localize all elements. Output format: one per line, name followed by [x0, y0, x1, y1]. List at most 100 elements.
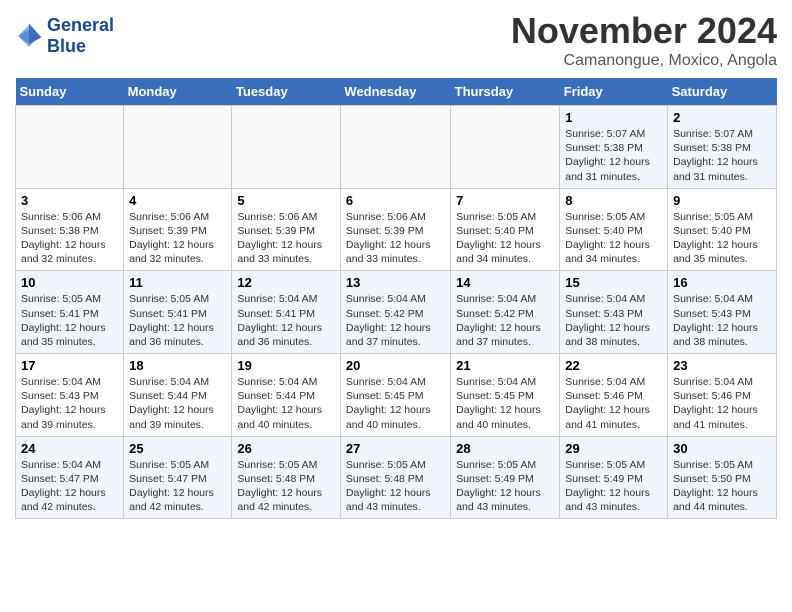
day-number: 23 — [673, 358, 771, 373]
day-info: Sunrise: 5:04 AM Sunset: 5:45 PM Dayligh… — [346, 375, 445, 432]
day-number: 19 — [237, 358, 335, 373]
day-number: 2 — [673, 110, 771, 125]
logo-icon — [15, 22, 43, 50]
day-number: 26 — [237, 441, 335, 456]
calendar-day-cell: 27 Sunrise: 5:05 AM Sunset: 5:48 PM Dayli… — [340, 436, 450, 519]
day-number: 21 — [456, 358, 554, 373]
calendar-day-cell: 17 Sunrise: 5:04 AM Sunset: 5:43 PM Dayli… — [16, 354, 124, 437]
day-number: 4 — [129, 193, 226, 208]
calendar-day-cell — [16, 106, 124, 189]
calendar-day-cell: 28 Sunrise: 5:05 AM Sunset: 5:49 PM Dayli… — [451, 436, 560, 519]
day-number: 16 — [673, 275, 771, 290]
day-info: Sunrise: 5:04 AM Sunset: 5:43 PM Dayligh… — [673, 292, 771, 349]
calendar-day-cell: 15 Sunrise: 5:04 AM Sunset: 5:43 PM Dayli… — [560, 271, 668, 354]
day-number: 13 — [346, 275, 445, 290]
calendar-day-cell: 20 Sunrise: 5:04 AM Sunset: 5:45 PM Dayli… — [340, 354, 450, 437]
weekday-header-cell: Tuesday — [232, 78, 341, 106]
calendar-week-row: 24 Sunrise: 5:04 AM Sunset: 5:47 PM Dayli… — [16, 436, 777, 519]
day-info: Sunrise: 5:04 AM Sunset: 5:45 PM Dayligh… — [456, 375, 554, 432]
calendar-day-cell: 5 Sunrise: 5:06 AM Sunset: 5:39 PM Daylig… — [232, 188, 341, 271]
day-number: 29 — [565, 441, 662, 456]
calendar-day-cell: 11 Sunrise: 5:05 AM Sunset: 5:41 PM Dayli… — [124, 271, 232, 354]
calendar-day-cell: 7 Sunrise: 5:05 AM Sunset: 5:40 PM Daylig… — [451, 188, 560, 271]
calendar-week-row: 1 Sunrise: 5:07 AM Sunset: 5:38 PM Daylig… — [16, 106, 777, 189]
calendar-day-cell: 3 Sunrise: 5:06 AM Sunset: 5:38 PM Daylig… — [16, 188, 124, 271]
day-number: 30 — [673, 441, 771, 456]
day-number: 15 — [565, 275, 662, 290]
day-number: 20 — [346, 358, 445, 373]
weekday-header-cell: Saturday — [668, 78, 777, 106]
day-info: Sunrise: 5:04 AM Sunset: 5:43 PM Dayligh… — [565, 292, 662, 349]
day-info: Sunrise: 5:06 AM Sunset: 5:39 PM Dayligh… — [346, 210, 445, 267]
day-info: Sunrise: 5:04 AM Sunset: 5:47 PM Dayligh… — [21, 458, 118, 515]
header-row: General Blue November 2024 Camanongue, M… — [15, 10, 777, 70]
day-info: Sunrise: 5:05 AM Sunset: 5:41 PM Dayligh… — [129, 292, 226, 349]
weekday-header-cell: Monday — [124, 78, 232, 106]
weekday-header-row: SundayMondayTuesdayWednesdayThursdayFrid… — [16, 78, 777, 106]
day-info: Sunrise: 5:07 AM Sunset: 5:38 PM Dayligh… — [673, 127, 771, 184]
calendar-week-row: 3 Sunrise: 5:06 AM Sunset: 5:38 PM Daylig… — [16, 188, 777, 271]
calendar-day-cell: 8 Sunrise: 5:05 AM Sunset: 5:40 PM Daylig… — [560, 188, 668, 271]
logo: General Blue — [15, 15, 114, 56]
day-number: 27 — [346, 441, 445, 456]
calendar-body: 1 Sunrise: 5:07 AM Sunset: 5:38 PM Daylig… — [16, 106, 777, 519]
day-info: Sunrise: 5:05 AM Sunset: 5:40 PM Dayligh… — [673, 210, 771, 267]
calendar-day-cell: 2 Sunrise: 5:07 AM Sunset: 5:38 PM Daylig… — [668, 106, 777, 189]
day-info: Sunrise: 5:05 AM Sunset: 5:48 PM Dayligh… — [346, 458, 445, 515]
day-info: Sunrise: 5:05 AM Sunset: 5:48 PM Dayligh… — [237, 458, 335, 515]
calendar-day-cell: 6 Sunrise: 5:06 AM Sunset: 5:39 PM Daylig… — [340, 188, 450, 271]
day-info: Sunrise: 5:05 AM Sunset: 5:40 PM Dayligh… — [565, 210, 662, 267]
calendar-day-cell: 1 Sunrise: 5:07 AM Sunset: 5:38 PM Daylig… — [560, 106, 668, 189]
day-number: 11 — [129, 275, 226, 290]
day-info: Sunrise: 5:04 AM Sunset: 5:46 PM Dayligh… — [673, 375, 771, 432]
calendar-day-cell: 22Sunrise: 5:04 AM Sunset: 5:46 PM Dayli… — [560, 354, 668, 437]
calendar-day-cell: 13 Sunrise: 5:04 AM Sunset: 5:42 PM Dayli… — [340, 271, 450, 354]
day-info: Sunrise: 5:05 AM Sunset: 5:40 PM Dayligh… — [456, 210, 554, 267]
day-number: 25 — [129, 441, 226, 456]
day-number: 28 — [456, 441, 554, 456]
day-number: 8 — [565, 193, 662, 208]
day-info: Sunrise: 5:05 AM Sunset: 5:41 PM Dayligh… — [21, 292, 118, 349]
calendar-day-cell: 23 Sunrise: 5:04 AM Sunset: 5:46 PM Dayli… — [668, 354, 777, 437]
calendar-day-cell: 24 Sunrise: 5:04 AM Sunset: 5:47 PM Dayli… — [16, 436, 124, 519]
calendar-day-cell: 26 Sunrise: 5:05 AM Sunset: 5:48 PM Dayli… — [232, 436, 341, 519]
logo-text: General Blue — [47, 15, 114, 56]
day-info: Sunrise: 5:07 AM Sunset: 5:38 PM Dayligh… — [565, 127, 662, 184]
day-number: 22 — [565, 358, 662, 373]
day-number: 10 — [21, 275, 118, 290]
calendar-week-row: 10 Sunrise: 5:05 AM Sunset: 5:41 PM Dayli… — [16, 271, 777, 354]
day-number: 24 — [21, 441, 118, 456]
calendar-day-cell: 18Sunrise: 5:04 AM Sunset: 5:44 PM Dayli… — [124, 354, 232, 437]
day-info: Sunrise: 5:04 AM Sunset: 5:44 PM Dayligh… — [237, 375, 335, 432]
weekday-header-cell: Sunday — [16, 78, 124, 106]
day-number: 7 — [456, 193, 554, 208]
day-info: Sunrise: 5:04 AM Sunset: 5:43 PM Dayligh… — [21, 375, 118, 432]
calendar-day-cell: 4 Sunrise: 5:06 AM Sunset: 5:39 PM Daylig… — [124, 188, 232, 271]
day-number: 9 — [673, 193, 771, 208]
day-number: 5 — [237, 193, 335, 208]
calendar-day-cell: 9 Sunrise: 5:05 AM Sunset: 5:40 PM Daylig… — [668, 188, 777, 271]
calendar-day-cell — [124, 106, 232, 189]
weekday-header-cell: Thursday — [451, 78, 560, 106]
calendar-day-cell: 16 Sunrise: 5:04 AM Sunset: 5:43 PM Dayli… — [668, 271, 777, 354]
day-number: 6 — [346, 193, 445, 208]
weekday-header-cell: Wednesday — [340, 78, 450, 106]
day-info: Sunrise: 5:05 AM Sunset: 5:49 PM Dayligh… — [565, 458, 662, 515]
day-info: Sunrise: 5:04 AM Sunset: 5:42 PM Dayligh… — [346, 292, 445, 349]
weekday-header-cell: Friday — [560, 78, 668, 106]
day-info: Sunrise: 5:06 AM Sunset: 5:39 PM Dayligh… — [237, 210, 335, 267]
day-info: Sunrise: 5:04 AM Sunset: 5:44 PM Dayligh… — [129, 375, 226, 432]
day-info: Sunrise: 5:05 AM Sunset: 5:47 PM Dayligh… — [129, 458, 226, 515]
day-number: 17 — [21, 358, 118, 373]
day-info: Sunrise: 5:04 AM Sunset: 5:41 PM Dayligh… — [237, 292, 335, 349]
day-info: Sunrise: 5:05 AM Sunset: 5:50 PM Dayligh… — [673, 458, 771, 515]
day-number: 12 — [237, 275, 335, 290]
day-number: 1 — [565, 110, 662, 125]
day-number: 3 — [21, 193, 118, 208]
day-info: Sunrise: 5:06 AM Sunset: 5:39 PM Dayligh… — [129, 210, 226, 267]
title-block: November 2024 Camanongue, Moxico, Angola — [511, 10, 777, 70]
day-info: Sunrise: 5:05 AM Sunset: 5:49 PM Dayligh… — [456, 458, 554, 515]
day-number: 14 — [456, 275, 554, 290]
day-info: Sunrise: 5:06 AM Sunset: 5:38 PM Dayligh… — [21, 210, 118, 267]
calendar-day-cell — [451, 106, 560, 189]
